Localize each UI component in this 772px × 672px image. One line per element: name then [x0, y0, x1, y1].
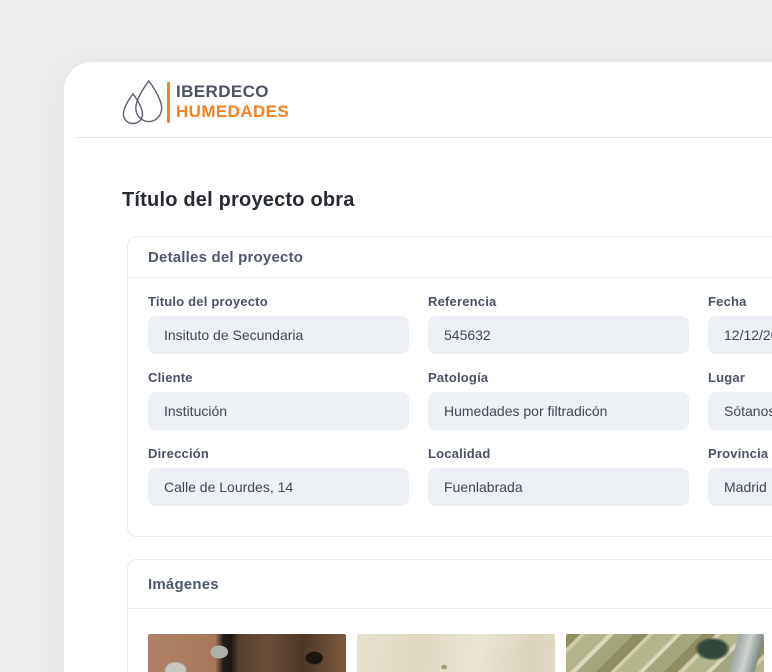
- field-label: Localidad: [428, 446, 491, 461]
- logo-line-2: HUMEDADES: [176, 102, 290, 121]
- fecha-input[interactable]: [708, 316, 772, 354]
- cliente-input[interactable]: [148, 392, 409, 430]
- viewport: IBERDECO HUMEDADES Título del proyecto o…: [0, 0, 772, 672]
- field-label: Cliente: [148, 370, 193, 385]
- details-fields-grid: Titulo del proyecto Referencia Fecha Cli…: [148, 294, 772, 506]
- field-fecha: Fecha: [708, 294, 772, 354]
- field-label: Lugar: [708, 370, 746, 385]
- direccion-input[interactable]: [148, 468, 409, 506]
- referencia-input[interactable]: [428, 316, 689, 354]
- field-titulo-del-proyecto: Titulo del proyecto: [148, 294, 409, 354]
- field-localidad: Localidad: [428, 446, 689, 506]
- titulo-del-proyecto-input[interactable]: [148, 316, 409, 354]
- water-drops-logo-icon: [122, 79, 163, 125]
- field-patologia: Patología: [428, 370, 689, 430]
- field-provincia: Provincia: [708, 446, 772, 506]
- field-lugar: Lugar: [708, 370, 772, 430]
- field-label: Referencia: [428, 294, 497, 309]
- patologia-input[interactable]: [428, 392, 689, 430]
- details-card-body: Titulo del proyecto Referencia Fecha Cli…: [128, 278, 772, 536]
- project-image-thumbnail[interactable]: [148, 634, 346, 672]
- project-image-thumbnail[interactable]: [566, 634, 764, 672]
- field-label: Provincia: [708, 446, 769, 461]
- images-card-title: Imágenes: [128, 560, 772, 609]
- field-label: Patología: [428, 370, 489, 385]
- logo-text: IBERDECO HUMEDADES: [176, 82, 289, 122]
- details-card-title: Detalles del proyecto: [128, 237, 772, 278]
- logo-line-1: IBERDECO: [176, 82, 269, 101]
- provincia-input[interactable]: [708, 468, 772, 506]
- app-page: IBERDECO HUMEDADES Título del proyecto o…: [64, 62, 772, 672]
- header: IBERDECO HUMEDADES: [64, 62, 772, 138]
- field-direccion: Dirección: [148, 446, 409, 506]
- logo: IBERDECO HUMEDADES: [64, 62, 772, 126]
- localidad-input[interactable]: [428, 468, 689, 506]
- field-label: Dirección: [148, 446, 210, 461]
- logo-divider-bar: [167, 81, 170, 123]
- project-details-card: Detalles del proyecto Titulo del proyect…: [127, 236, 772, 537]
- images-card: Imágenes: [127, 559, 772, 672]
- field-label: Titulo del proyecto: [148, 294, 268, 309]
- field-referencia: Referencia: [428, 294, 689, 354]
- field-cliente: Cliente: [148, 370, 409, 430]
- images-card-body: [128, 609, 772, 672]
- page-title: Título del proyecto obra: [122, 189, 355, 211]
- field-label: Fecha: [708, 294, 747, 309]
- lugar-input[interactable]: [708, 392, 772, 430]
- project-image-thumbnail[interactable]: [357, 634, 555, 672]
